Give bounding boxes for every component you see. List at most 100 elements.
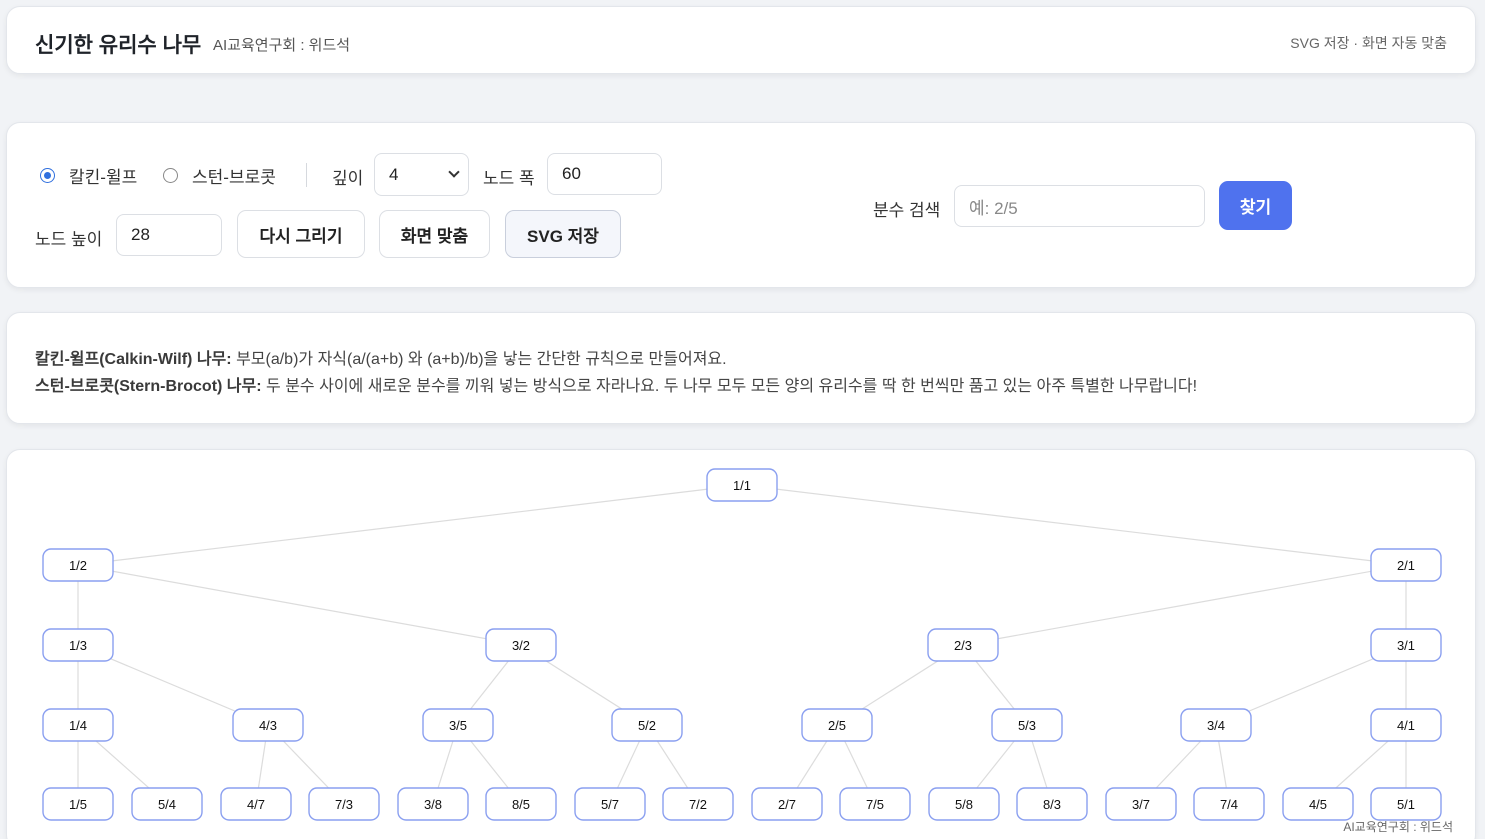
radio-label: 스턴-브로콧 [192, 168, 276, 187]
node-width-input[interactable]: 60 [547, 153, 662, 195]
tree-node[interactable]: 8/5 [485, 787, 557, 821]
tree-node-label: 4/5 [1309, 797, 1327, 812]
tree-node-label: 1/1 [733, 478, 751, 493]
tree-node[interactable]: 1/4 [42, 708, 114, 742]
tree-edge [77, 564, 522, 646]
radio-dot-icon[interactable] [163, 168, 178, 183]
tree-node-label: 3/4 [1207, 718, 1225, 733]
find-button[interactable]: 찾기 [1219, 181, 1292, 230]
tree-node-label: 7/4 [1220, 797, 1238, 812]
node-height-value: 28 [131, 225, 150, 244]
tree-node[interactable]: 5/7 [574, 787, 646, 821]
redraw-button[interactable]: 다시 그리기 [237, 210, 365, 258]
tree-node[interactable]: 3/7 [1105, 787, 1177, 821]
info-calkin: 칼킨-윌프(Calkin-Wilf) 나무: 부모(a/b)가 자식(a/(a+… [35, 345, 727, 369]
tree-node[interactable]: 1/2 [42, 548, 114, 582]
tree-node[interactable]: 3/5 [422, 708, 494, 742]
tree-node[interactable]: 7/5 [839, 787, 911, 821]
tree-node-label: 1/5 [69, 797, 87, 812]
tree-node[interactable]: 2/1 [1370, 548, 1442, 582]
tree-node[interactable]: 4/7 [220, 787, 292, 821]
radio-dot-selected-icon[interactable] [40, 168, 55, 183]
tree-node-label: 7/2 [689, 797, 707, 812]
node-height-label: 노드 높이 [35, 230, 103, 249]
tree-node-label: 3/7 [1132, 797, 1150, 812]
depth-value: 4 [389, 164, 399, 184]
depth-label: 깊이 [332, 169, 364, 188]
tree-node[interactable]: 1/1 [706, 468, 778, 502]
tree-node-label: 5/3 [1018, 718, 1036, 733]
tree-node-label: 1/2 [69, 558, 87, 573]
tree-node[interactable]: 3/2 [485, 628, 557, 662]
chevron-down-icon [448, 166, 460, 178]
tree-node[interactable]: 7/4 [1193, 787, 1265, 821]
tree-node[interactable]: 5/1 [1370, 787, 1442, 821]
tree-node[interactable]: 5/2 [611, 708, 683, 742]
tree-node-label: 2/5 [828, 718, 846, 733]
tree-node-label: 8/3 [1043, 797, 1061, 812]
save-svg-button[interactable]: SVG 저장 [505, 210, 621, 258]
search-placeholder: 예: 2/5 [969, 198, 1018, 218]
tree-node-label: 2/3 [954, 638, 972, 653]
search-input[interactable]: 예: 2/5 [954, 185, 1205, 227]
info-calkin-text: 부모(a/b)가 자식(a/(a+b) 와 (a+b)/b)을 낳는 간단한 규… [236, 351, 727, 368]
tree-svg[interactable]: 1/1 1/2 2/1 1/3 3/2 2/3 3/1 1/4 4/3 3/5 5/2 2/5 5/3 3… [7, 450, 1476, 839]
author-label: AI교육연구회 : 위드석 [213, 37, 351, 54]
tree-node-label: 5/1 [1397, 797, 1415, 812]
tree-node[interactable]: 5/8 [928, 787, 1000, 821]
radio-stern-brocot[interactable]: 스턴-브로콧 [163, 163, 276, 188]
tree-node[interactable]: 5/4 [131, 787, 203, 821]
tree-node[interactable]: 1/5 [42, 787, 114, 821]
header-bar: 신기한 유리수 나무 AI교육연구회 : 위드석 SVG 저장 · 화면 자동 … [6, 6, 1476, 74]
tree-node-label: 3/2 [512, 638, 530, 653]
tree-canvas[interactable]: 1/1 1/2 2/1 1/3 3/2 2/3 3/1 1/4 4/3 3/5 5/2 2/5 5/3 3… [6, 449, 1476, 839]
tree-node[interactable]: 4/1 [1370, 708, 1442, 742]
tree-node-label: 2/7 [778, 797, 796, 812]
header-hint: SVG 저장 · 화면 자동 맞춤 [1290, 35, 1447, 51]
tree-edge [741, 484, 1407, 566]
tree-node-label: 1/3 [69, 638, 87, 653]
tree-node-label: 4/3 [259, 718, 277, 733]
divider [306, 163, 307, 187]
tree-node[interactable]: 3/1 [1370, 628, 1442, 662]
tree-node[interactable]: 2/5 [801, 708, 873, 742]
tree-node-label: 8/5 [512, 797, 530, 812]
tree-node[interactable]: 4/3 [232, 708, 304, 742]
node-height-input[interactable]: 28 [116, 214, 222, 256]
info-stern-title: 스턴-브로콧(Stern-Brocot) 나무: [35, 378, 262, 395]
radio-calkin-wilf[interactable]: 칼킨-윌프 [40, 163, 137, 188]
tree-node[interactable]: 8/3 [1016, 787, 1088, 821]
tree-node-label: 4/7 [247, 797, 265, 812]
tree-node-label: 5/7 [601, 797, 619, 812]
tree-node-label: 5/8 [955, 797, 973, 812]
info-stern-text: 두 분수 사이에 새로운 분수를 끼워 넣는 방식으로 자라나요. 두 나무 모… [266, 378, 1198, 395]
tree-node[interactable]: 3/4 [1180, 708, 1252, 742]
info-calkin-title: 칼킨-윌프(Calkin-Wilf) 나무: [35, 351, 232, 368]
tree-edge [77, 484, 743, 566]
tree-node-label: 2/1 [1397, 558, 1415, 573]
tree-node[interactable]: 2/7 [751, 787, 823, 821]
info-stern: 스턴-브로콧(Stern-Brocot) 나무: 두 분수 사이에 새로운 분수… [35, 372, 1197, 396]
tree-node-label: 7/5 [866, 797, 884, 812]
tree-node[interactable]: 1/3 [42, 628, 114, 662]
tree-node-label: 1/4 [69, 718, 87, 733]
fit-screen-button[interactable]: 화면 맞춤 [379, 210, 490, 258]
node-width-label: 노드 폭 [483, 169, 535, 188]
radio-label: 칼킨-윌프 [69, 168, 138, 187]
info-panel: 칼킨-윌프(Calkin-Wilf) 나무: 부모(a/b)가 자식(a/(a+… [6, 312, 1476, 424]
tree-edge [962, 564, 1407, 646]
tree-node-label: 4/1 [1397, 718, 1415, 733]
tree-node-label: 3/5 [449, 718, 467, 733]
tree-node[interactable]: 5/3 [991, 708, 1063, 742]
tree-node-label: 5/4 [158, 797, 176, 812]
tree-node[interactable]: 7/2 [662, 787, 734, 821]
tree-node[interactable]: 2/3 [927, 628, 999, 662]
tree-node[interactable]: 4/5 [1282, 787, 1354, 821]
tree-node[interactable]: 7/3 [308, 787, 380, 821]
tree-node-label: 3/1 [1397, 638, 1415, 653]
tree-node-label: 3/8 [424, 797, 442, 812]
controls-panel: 칼킨-윌프 스턴-브로콧 깊이 4 노드 폭 60 노드 높이 28 다시 그리… [6, 122, 1476, 288]
tree-node[interactable]: 3/8 [397, 787, 469, 821]
depth-select[interactable]: 4 [374, 153, 469, 196]
search-label: 분수 검색 [873, 201, 941, 220]
